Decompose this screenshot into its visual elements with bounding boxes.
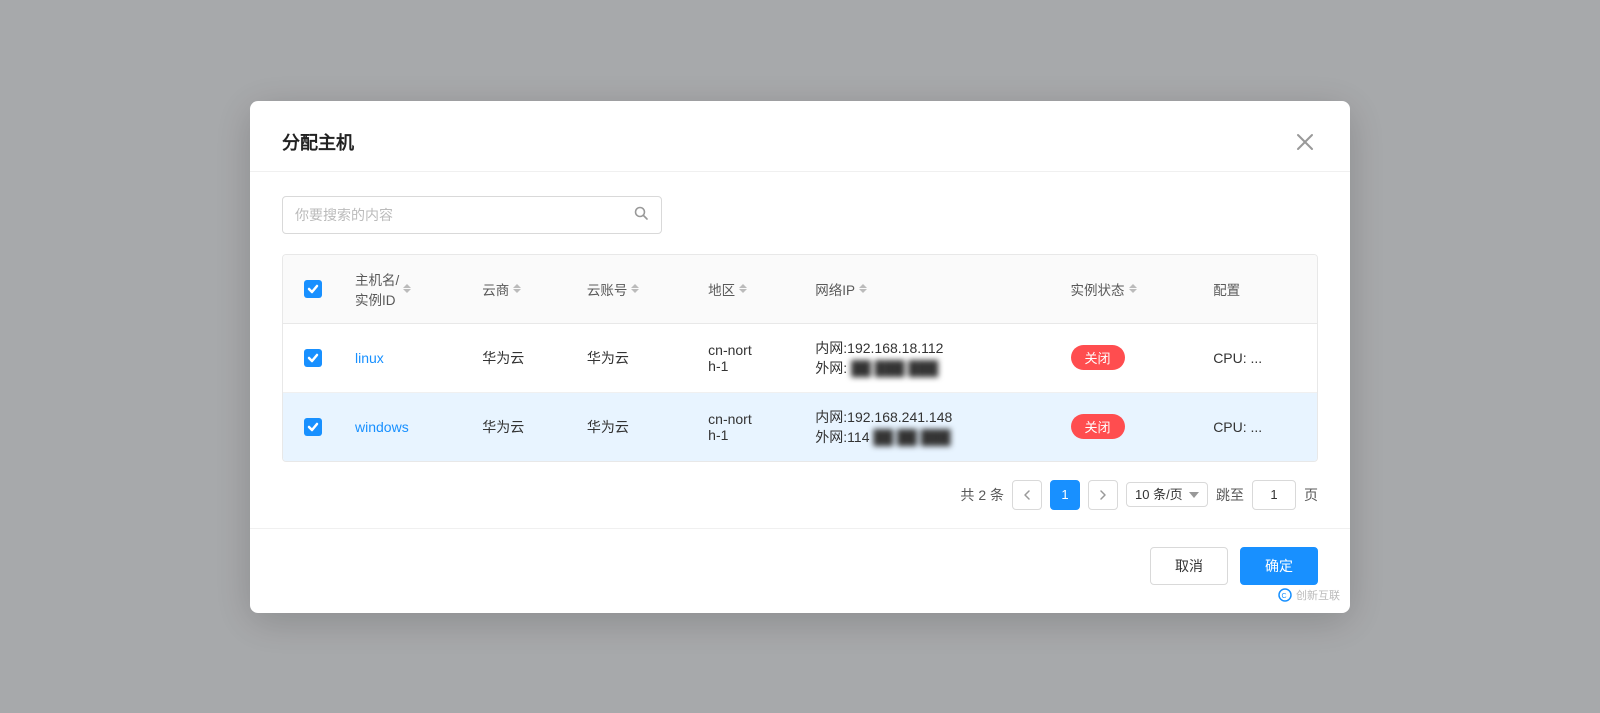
sort-region-icon[interactable] xyxy=(739,284,747,293)
search-input[interactable] xyxy=(295,207,633,223)
sort-hostname-icon[interactable] xyxy=(403,284,411,293)
td-status-2: 关闭 xyxy=(1059,392,1202,461)
th-checkbox xyxy=(283,255,343,324)
jump-input[interactable] xyxy=(1252,480,1296,510)
td-hostname-1: linux xyxy=(343,323,470,392)
modal-header: 分配主机 xyxy=(250,101,1350,172)
header-checkbox[interactable] xyxy=(304,280,322,298)
th-region: 地区 xyxy=(696,255,803,324)
td-account-1: 华为云 xyxy=(575,323,696,392)
per-page-select[interactable]: 10 条/页 20 条/页 50 条/页 xyxy=(1126,482,1208,507)
status-badge-2: 关闭 xyxy=(1071,414,1125,439)
next-page-button[interactable] xyxy=(1088,480,1118,510)
td-config-2: CPU: ... xyxy=(1201,392,1317,461)
th-cloud-vendor: 云商 xyxy=(470,255,575,324)
th-config: 配置 xyxy=(1201,255,1317,324)
modal-overlay: 分配主机 xyxy=(0,0,1600,713)
confirm-button[interactable]: 确定 xyxy=(1240,547,1318,585)
pagination: 共 2 条 1 10 条/页 20 条/页 50 条/页 跳至 页 xyxy=(282,462,1318,528)
jump-label: 跳至 xyxy=(1216,485,1244,505)
table-header-row: 主机名/实例ID 云商 xyxy=(283,255,1317,324)
close-button[interactable] xyxy=(1292,129,1318,155)
page-unit-label: 页 xyxy=(1304,485,1318,505)
modal-body: 主机名/实例ID 云商 xyxy=(250,172,1350,528)
row-checkbox-2[interactable] xyxy=(304,418,322,436)
modal-dialog: 分配主机 xyxy=(250,101,1350,613)
watermark: C 创新互联 xyxy=(1278,587,1340,603)
cancel-button[interactable]: 取消 xyxy=(1150,547,1228,585)
svg-text:C: C xyxy=(1282,593,1287,600)
total-label: 共 2 条 xyxy=(960,485,1004,505)
status-badge-1: 关闭 xyxy=(1071,345,1125,370)
th-network-ip: 网络IP xyxy=(803,255,1058,324)
search-icon xyxy=(633,205,649,225)
td-vendor-2: 华为云 xyxy=(470,392,575,461)
th-cloud-account: 云账号 xyxy=(575,255,696,324)
sort-ip-icon[interactable] xyxy=(859,284,867,293)
td-region-1: cn-north-1 xyxy=(696,323,803,392)
td-account-2: 华为云 xyxy=(575,392,696,461)
row-checkbox-1[interactable] xyxy=(304,349,322,367)
hostname-link-2[interactable]: windows xyxy=(355,419,409,435)
table-row: linux 华为云 华为云 cn-north-1 内网:192.168.18.1… xyxy=(283,323,1317,392)
sort-status-icon[interactable] xyxy=(1129,284,1137,293)
td-status-1: 关闭 xyxy=(1059,323,1202,392)
td-config-1: CPU: ... xyxy=(1201,323,1317,392)
search-bar xyxy=(282,196,662,234)
td-ip-2: 内网:192.168.241.148 外网:114 ██ ██ ███ xyxy=(803,392,1058,461)
td-region-2: cn-north-1 xyxy=(696,392,803,461)
td-ip-1: 内网:192.168.18.112 外网: ██ ███ ███ xyxy=(803,323,1058,392)
sort-vendor-icon[interactable] xyxy=(513,284,521,293)
modal-title: 分配主机 xyxy=(282,129,354,155)
prev-page-button[interactable] xyxy=(1012,480,1042,510)
modal-footer: 取消 确定 xyxy=(250,528,1350,613)
table-row: windows 华为云 华为云 cn-north-1 内网:192.168.24… xyxy=(283,392,1317,461)
page-1-button[interactable]: 1 xyxy=(1050,480,1080,510)
sort-account-icon[interactable] xyxy=(631,284,639,293)
td-checkbox-1 xyxy=(283,323,343,392)
td-vendor-1: 华为云 xyxy=(470,323,575,392)
hostname-link-1[interactable]: linux xyxy=(355,350,384,366)
td-checkbox-2 xyxy=(283,392,343,461)
td-hostname-2: windows xyxy=(343,392,470,461)
th-status: 实例状态 xyxy=(1059,255,1202,324)
hosts-table: 主机名/实例ID 云商 xyxy=(282,254,1318,462)
th-hostname: 主机名/实例ID xyxy=(343,255,470,324)
